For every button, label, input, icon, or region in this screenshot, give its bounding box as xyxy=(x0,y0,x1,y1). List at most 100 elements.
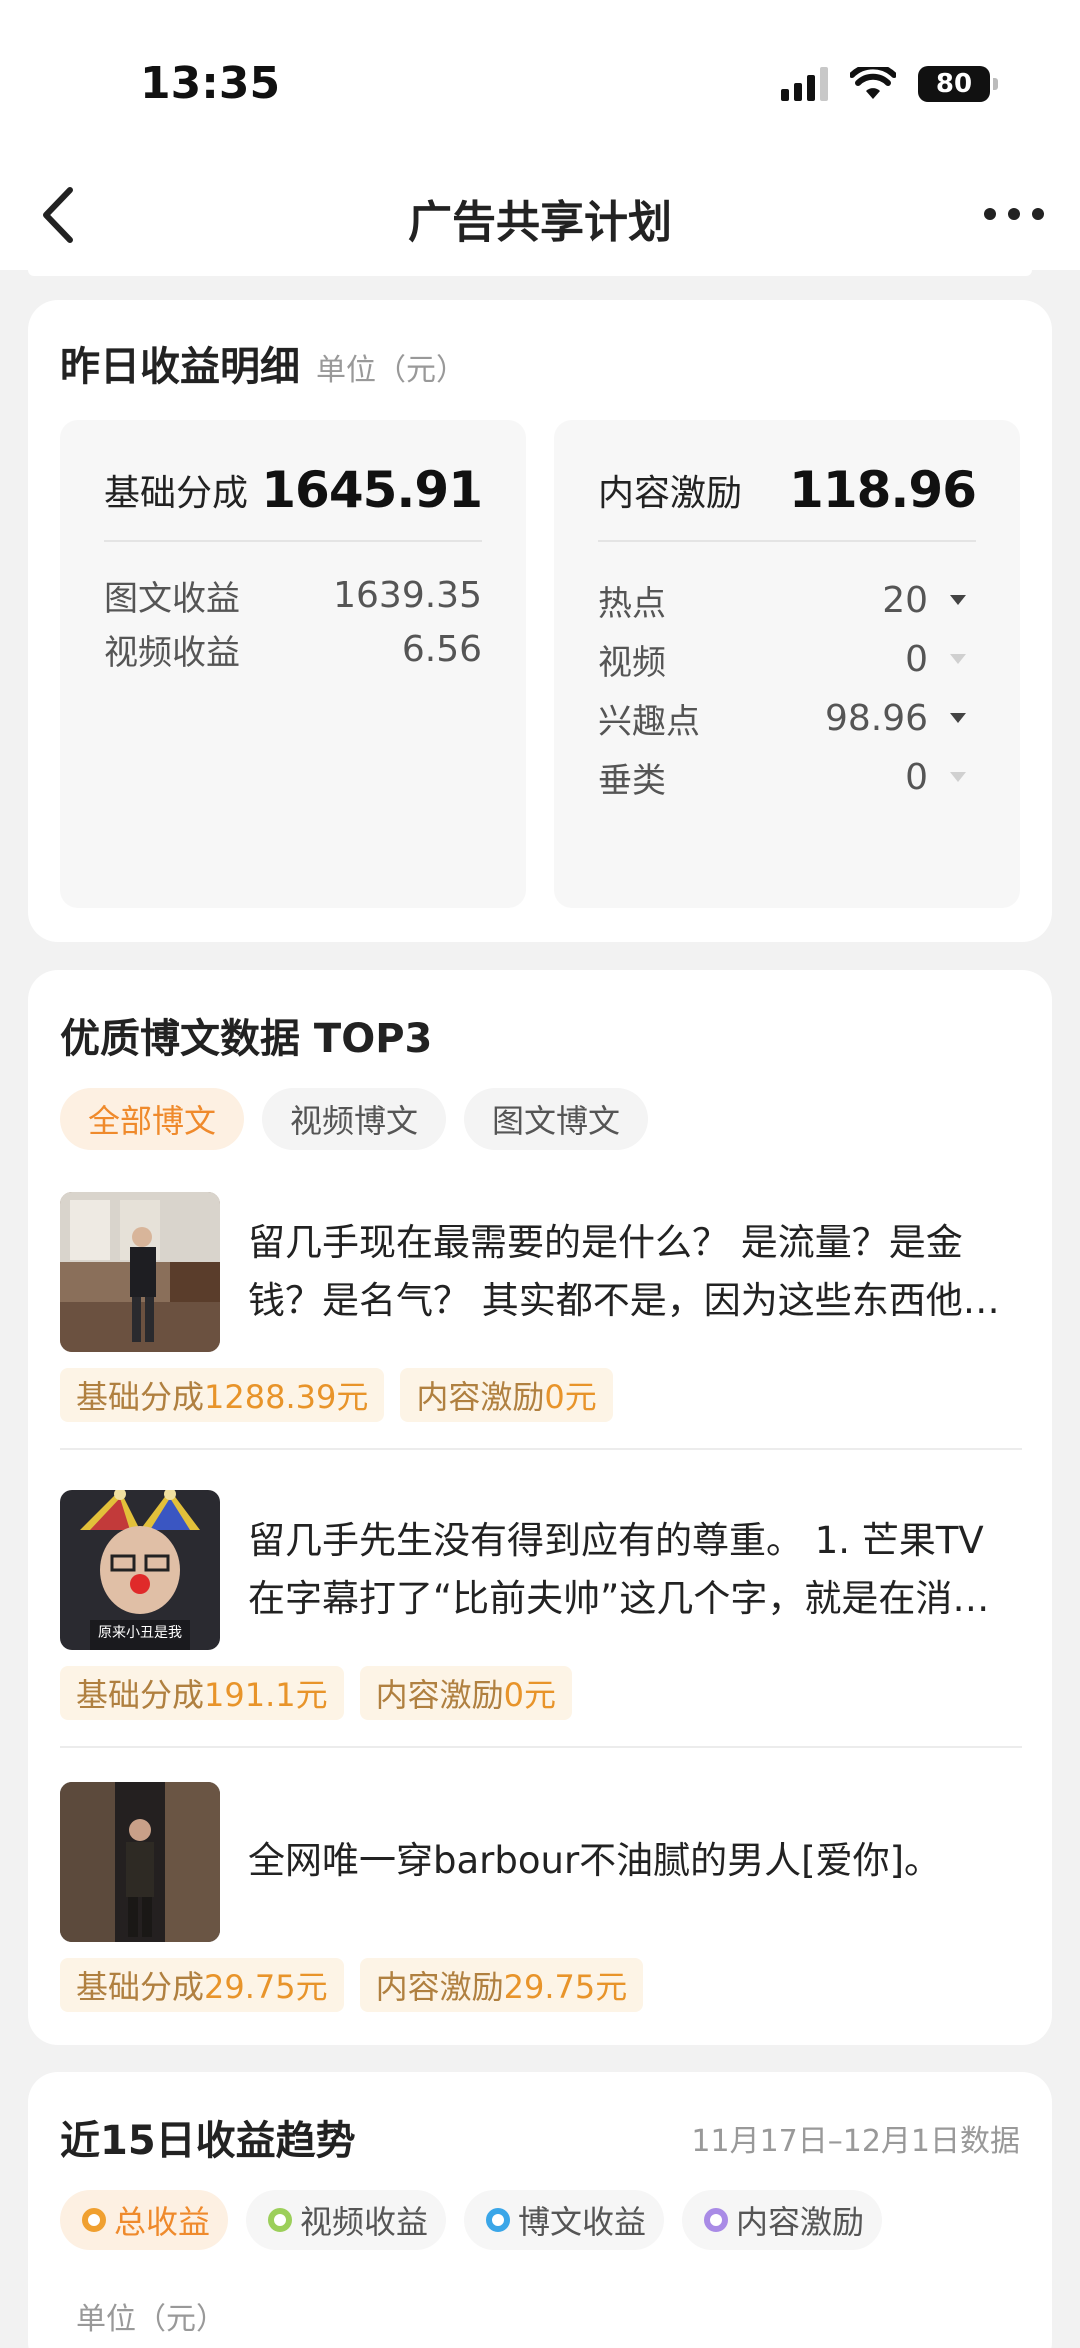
divider xyxy=(598,540,976,542)
top3-title: 优质博文数据 TOP3 xyxy=(60,1016,433,1062)
battery-icon: 80 xyxy=(918,66,998,102)
trend-unit: 单位（元） xyxy=(76,2302,226,2337)
base-share-value: 1645.91 xyxy=(261,461,483,519)
tab-video-posts[interactable]: 视频博文 xyxy=(262,1088,447,1150)
legend-dot-icon xyxy=(704,2208,729,2232)
legend-dot-icon xyxy=(486,2208,511,2232)
row-value: 6.56 xyxy=(401,628,482,670)
row-value: 0 xyxy=(905,638,928,680)
tag-value: 29.75元 xyxy=(503,1968,628,2006)
status-icons: 80 xyxy=(781,66,998,102)
status-time: 13:35 xyxy=(140,58,281,109)
base-share-tag: 基础分成 29.75元 xyxy=(60,1958,344,2012)
legend-post-income[interactable]: 博文收益 xyxy=(464,2190,665,2250)
base-share-tag: 基础分成 191.1元 xyxy=(60,1666,344,1720)
incentive-tag: 内容激励 0元 xyxy=(359,1666,573,1720)
top3-card: 优质博文数据 TOP3 全部博文 视频博文 图文博文 留几手现在最需要的是什么？… xyxy=(28,970,1052,2045)
tag-value: 1288.39元 xyxy=(204,1378,369,1416)
post-item[interactable]: 原来小丑是我 留几手先生没有得到应有的尊重。 1. 芒果TV在字幕打了“比前夫帅… xyxy=(60,1490,1022,1730)
post-tags: 基础分成 191.1元 内容激励 0元 xyxy=(60,1666,573,1720)
incentive-header: 内容激励 118.96 xyxy=(598,460,977,520)
post-item[interactable]: 留几手现在最需要的是什么？ 是流量？是金钱？是名气？ 其实都不是，因为这些东西他… xyxy=(60,1192,1022,1432)
base-share-label: 基础分成 xyxy=(104,473,249,514)
row-label: 视频收益 xyxy=(104,632,240,673)
earnings-unit: 单位（元） xyxy=(316,353,466,388)
wifi-icon xyxy=(850,67,896,99)
earnings-title-text: 昨日收益明细 xyxy=(60,344,300,390)
row-label: 热点 xyxy=(598,583,666,624)
incentive-label: 内容激励 xyxy=(598,473,743,514)
post-text: 留几手先生没有得到应有的尊重。 1. 芒果TV在字幕打了“比前夫帅”这几个字，就… xyxy=(248,1519,990,1620)
legend-dot-icon xyxy=(268,2208,293,2232)
legend-total-income[interactable]: 总收益 xyxy=(60,2190,229,2250)
incentive-row-vertical: 垂类 0 xyxy=(598,752,966,802)
nav-bar: 广告共享计划 xyxy=(0,160,1080,270)
base-share-header: 基础分成 1645.91 xyxy=(104,460,483,520)
legend-label: 总收益 xyxy=(114,2203,211,2241)
more-dot-icon xyxy=(1008,208,1020,220)
tag-value: 0元 xyxy=(544,1378,597,1416)
post-thumbnail xyxy=(60,1782,220,1942)
post-text: 全网唯一穿barbour不油腻的男人[爱你]。 xyxy=(248,1839,942,1882)
status-bar: 13:35 80 xyxy=(0,0,1080,160)
base-share-tag: 基础分成 1288.39元 xyxy=(60,1368,385,1422)
trend-date-range: 11月17日–12月1日数据 xyxy=(691,2124,1020,2159)
row-label: 兴趣点 xyxy=(598,701,700,742)
tab-image-text-posts[interactable]: 图文博文 xyxy=(464,1088,649,1150)
incentive-row-video: 视频 0 xyxy=(598,634,966,684)
thumbnail-caption: 原来小丑是我 xyxy=(98,1625,182,1641)
tag-label: 内容激励 xyxy=(375,1968,504,2006)
content-incentive-box: 内容激励 118.96 热点 20 视频 0 兴趣点 98.96 垂类 0 xyxy=(554,420,1020,908)
post-item[interactable]: 全网唯一穿barbour不油腻的男人[爱你]。 基础分成 29.75元 内容激励 2… xyxy=(60,1782,1022,2022)
trend-title: 近15日收益趋势 xyxy=(60,2118,356,2164)
incentive-tag: 内容激励 0元 xyxy=(400,1368,613,1422)
tag-value: 0元 xyxy=(503,1676,557,1714)
row-label: 图文收益 xyxy=(104,578,240,619)
row-value: 1639.35 xyxy=(333,574,482,616)
legend-dot-icon xyxy=(82,2208,106,2232)
incentive-value: 118.96 xyxy=(789,461,977,519)
divider xyxy=(60,1448,1022,1450)
dropdown-arrow-icon xyxy=(950,772,966,782)
post-thumbnail xyxy=(60,1192,220,1352)
previous-card-edge xyxy=(28,270,1032,276)
more-dot-icon xyxy=(1032,208,1044,220)
incentive-row-hot[interactable]: 热点 20 xyxy=(598,575,966,625)
more-dot-icon xyxy=(984,208,996,220)
dropdown-arrow-icon xyxy=(950,595,966,605)
row-label: 垂类 xyxy=(598,760,666,801)
tag-label: 基础分成 xyxy=(76,1968,205,2006)
base-share-box: 基础分成 1645.91 图文收益 1639.35 视频收益 6.56 xyxy=(60,420,526,908)
tab-all-posts[interactable]: 全部博文 xyxy=(60,1088,245,1150)
tag-value: 191.1元 xyxy=(204,1676,328,1714)
post-tags: 基础分成 29.75元 内容激励 29.75元 xyxy=(60,1958,644,2012)
legend-label: 视频收益 xyxy=(300,2203,429,2241)
post-text: 留几手现在最需要的是什么？ 是流量？是金钱？是名气？ 其实都不是，因为这些东西他… xyxy=(248,1221,1000,1322)
earnings-title: 昨日收益明细 单位（元） xyxy=(60,334,466,392)
tag-value: 29.75元 xyxy=(204,1968,328,2006)
dropdown-arrow-icon xyxy=(950,713,966,723)
more-button[interactable] xyxy=(984,208,1044,220)
divider xyxy=(60,1746,1022,1748)
divider xyxy=(104,540,482,542)
incentive-tag: 内容激励 29.75元 xyxy=(359,1958,644,2012)
base-row-image-text: 图文收益 1639.35 xyxy=(104,570,482,620)
legend-label: 内容激励 xyxy=(736,2203,865,2241)
page-title: 广告共享计划 xyxy=(408,197,672,248)
dropdown-arrow-icon xyxy=(950,654,966,664)
tag-label: 基础分成 xyxy=(76,1378,205,1416)
legend-content-incentive[interactable]: 内容激励 xyxy=(682,2190,883,2250)
cellular-signal-icon xyxy=(781,67,828,101)
row-value: 0 xyxy=(905,756,928,798)
incentive-row-interest[interactable]: 兴趣点 98.96 xyxy=(598,693,966,743)
row-value: 98.96 xyxy=(824,697,928,739)
post-tags: 基础分成 1288.39元 内容激励 0元 xyxy=(60,1368,613,1422)
tag-label: 内容激励 xyxy=(416,1378,545,1416)
tag-label: 基础分成 xyxy=(76,1676,205,1714)
legend-video-income[interactable]: 视频收益 xyxy=(246,2190,447,2250)
post-filter-tabs: 全部博文 视频博文 图文博文 xyxy=(60,1088,649,1150)
row-value: 20 xyxy=(882,579,928,621)
trend-card: 近15日收益趋势 11月17日–12月1日数据 总收益 视频收益 博文收益 内容… xyxy=(28,2072,1052,2348)
earnings-card: 昨日收益明细 单位（元） 基础分成 1645.91 图文收益 1639.35 视频… xyxy=(28,300,1052,942)
trend-legend: 总收益 视频收益 博文收益 内容激励 xyxy=(60,2190,883,2250)
